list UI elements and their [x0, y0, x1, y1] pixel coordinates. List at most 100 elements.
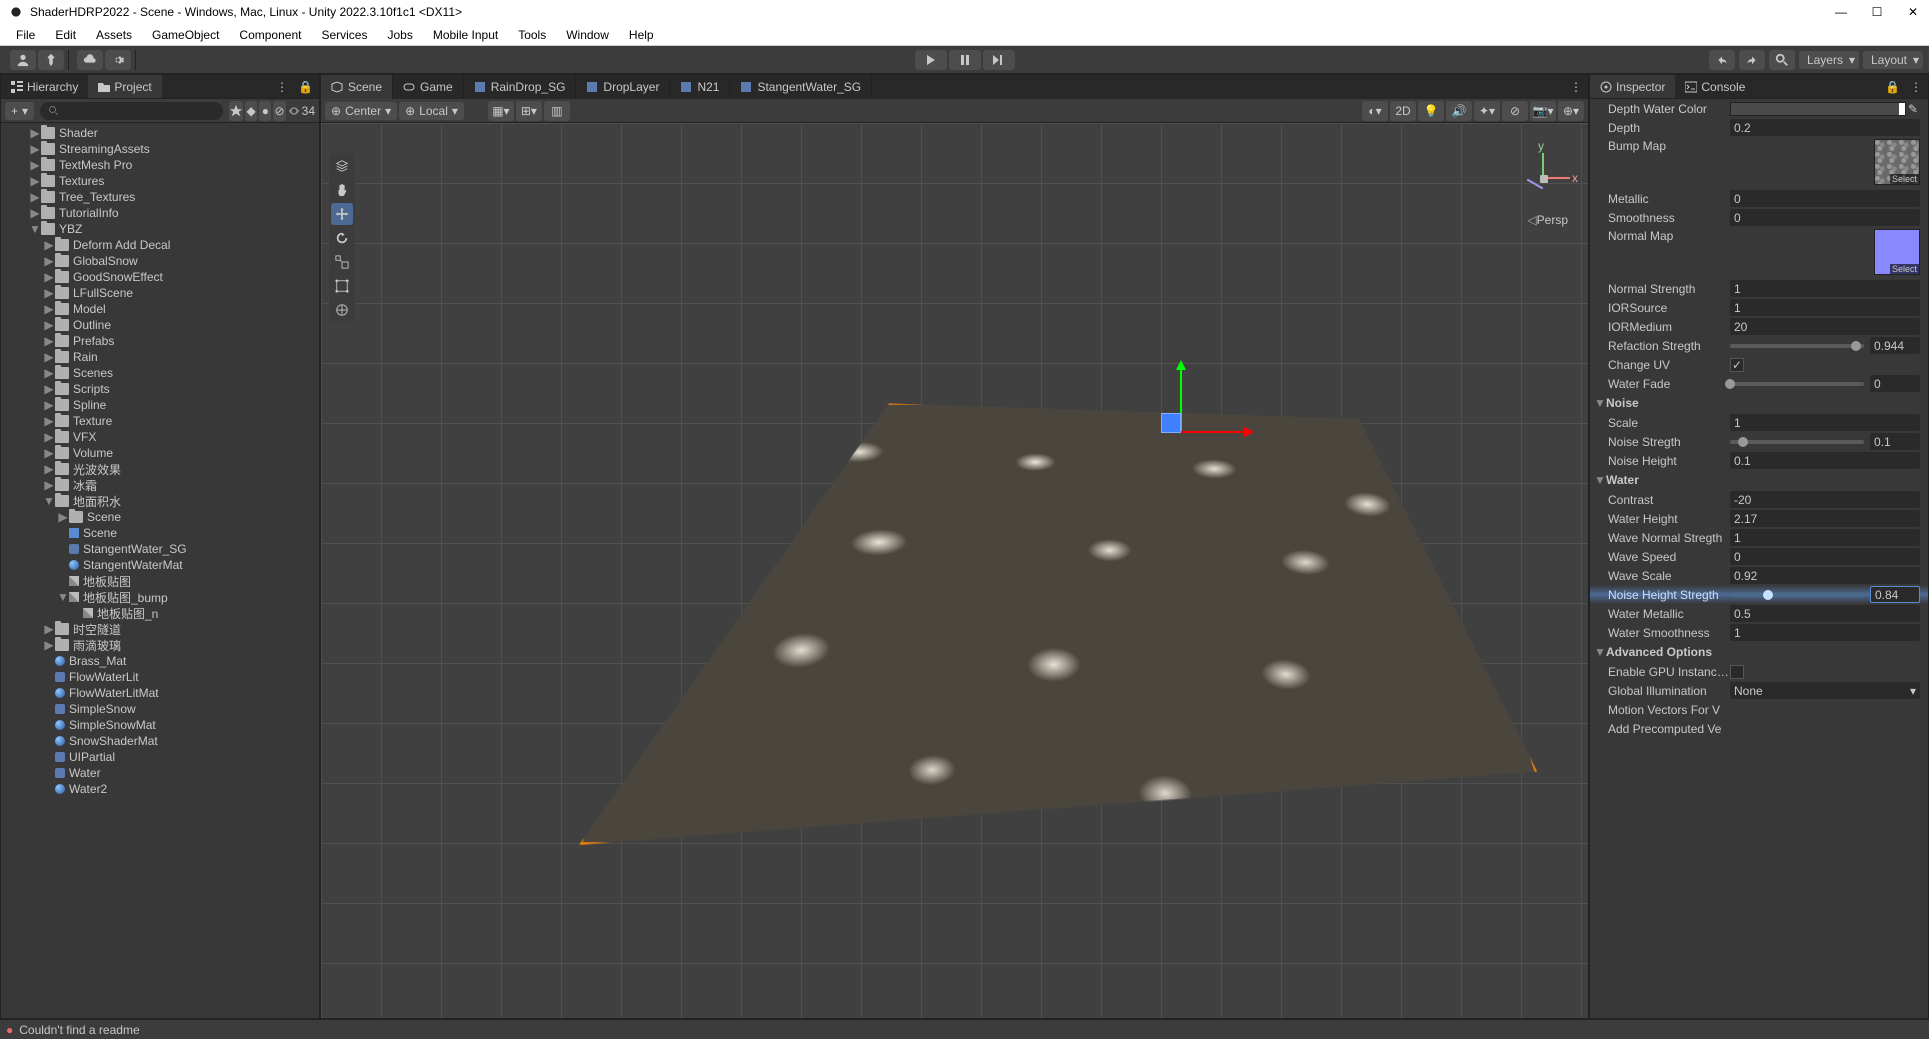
- layers-dropdown[interactable]: Layers: [1799, 51, 1859, 69]
- tree-item[interactable]: ▶Scenes: [1, 365, 319, 381]
- tree-item[interactable]: ▶TutorialInfo: [1, 205, 319, 221]
- menu-tools[interactable]: Tools: [510, 26, 554, 44]
- perspective-label[interactable]: ◁Persp: [1527, 213, 1568, 227]
- water-fade-value[interactable]: 0: [1870, 375, 1920, 392]
- move-tool-icon[interactable]: [331, 203, 353, 225]
- rect-tool-icon[interactable]: [331, 275, 353, 297]
- snap-increment-icon[interactable]: ⊞▾: [516, 101, 542, 121]
- wave-normal-field[interactable]: [1730, 529, 1920, 546]
- change-uv-checkbox[interactable]: ✓: [1730, 358, 1744, 372]
- undo-icon[interactable]: [1709, 50, 1735, 70]
- refaction-slider[interactable]: [1730, 344, 1864, 348]
- scene-tabs-menu-icon[interactable]: ⋮: [1564, 80, 1588, 94]
- layout-dropdown[interactable]: Layout: [1863, 51, 1923, 69]
- tree-item[interactable]: ▶Textures: [1, 173, 319, 189]
- normal-map-slot[interactable]: Select: [1874, 229, 1920, 275]
- redo-icon[interactable]: [1739, 50, 1765, 70]
- tree-item[interactable]: SimpleSnowMat: [1, 717, 319, 733]
- water-smoothness-field[interactable]: [1730, 624, 1920, 641]
- tree-item[interactable]: ▶Deform Add Decal: [1, 237, 319, 253]
- gizmos-icon[interactable]: ⊕▾: [1558, 101, 1584, 121]
- scene-tab-stangentwater_sg[interactable]: StangentWater_SG: [730, 75, 872, 99]
- console-tab[interactable]: Console: [1675, 75, 1755, 98]
- contrast-field[interactable]: [1730, 491, 1920, 508]
- tree-item[interactable]: ▶GoodSnowEffect: [1, 269, 319, 285]
- menu-jobs[interactable]: Jobs: [379, 26, 420, 44]
- search-icon[interactable]: [1769, 50, 1795, 70]
- tree-item[interactable]: 地板贴图_n: [1, 605, 319, 621]
- tree-item[interactable]: ▶Outline: [1, 317, 319, 333]
- filter-favorites-icon[interactable]: [229, 101, 243, 121]
- orientation-gizmo[interactable]: y x: [1518, 153, 1568, 203]
- noise-height-strength-slider[interactable]: [1730, 593, 1864, 597]
- hierarchy-tab[interactable]: Hierarchy: [1, 75, 88, 98]
- play-button[interactable]: [915, 50, 947, 70]
- project-tab[interactable]: Project: [88, 75, 161, 98]
- grid-snap-icon[interactable]: ▦▾: [488, 101, 514, 121]
- filter-type-icon[interactable]: ◆: [245, 101, 257, 121]
- tree-item[interactable]: Water: [1, 765, 319, 781]
- view-tool-icon[interactable]: [331, 155, 353, 177]
- menu-mobileinput[interactable]: Mobile Input: [425, 26, 506, 44]
- add-asset-dropdown[interactable]: +▾: [5, 102, 34, 120]
- noise-section[interactable]: ▼Noise: [1590, 393, 1928, 413]
- panel-menu-icon[interactable]: ⋮: [272, 80, 292, 94]
- menu-assets[interactable]: Assets: [88, 26, 140, 44]
- transform-tool-icon[interactable]: [331, 299, 353, 321]
- fx-icon[interactable]: ✦▾: [1474, 101, 1500, 121]
- advanced-section[interactable]: ▼Advanced Options: [1590, 642, 1928, 662]
- camera-icon[interactable]: 📷▾: [1530, 101, 1556, 121]
- ior-source-field[interactable]: [1730, 299, 1920, 316]
- noise-strength-value[interactable]: 0.1: [1870, 433, 1920, 450]
- tree-item[interactable]: StangentWater_SG: [1, 541, 319, 557]
- tree-item[interactable]: ▶Scene: [1, 509, 319, 525]
- eyedropper-icon[interactable]: ✎: [1906, 102, 1920, 116]
- menu-help[interactable]: Help: [621, 26, 662, 44]
- scene-tab-raindrop_sg[interactable]: RainDrop_SG: [464, 75, 577, 99]
- tree-item[interactable]: ▶LFullScene: [1, 285, 319, 301]
- tree-item[interactable]: SnowShaderMat: [1, 733, 319, 749]
- hand-tool-icon[interactable]: [331, 179, 353, 201]
- metallic-field[interactable]: [1730, 190, 1920, 207]
- tree-item[interactable]: ▼YBZ: [1, 221, 319, 237]
- water-fade-slider[interactable]: [1730, 382, 1864, 386]
- tree-item[interactable]: ▶GlobalSnow: [1, 253, 319, 269]
- scale-field[interactable]: [1730, 414, 1920, 431]
- bump-map-slot[interactable]: Select: [1874, 139, 1920, 185]
- 2d-toggle[interactable]: 2D: [1390, 101, 1416, 121]
- inspector-tab[interactable]: Inspector: [1590, 75, 1675, 98]
- tree-item[interactable]: ▼地面积水: [1, 493, 319, 509]
- scene-tab-droplayer[interactable]: DropLayer: [576, 75, 670, 99]
- hidden-objects-icon[interactable]: ⊘: [1502, 101, 1528, 121]
- tree-item[interactable]: StangentWaterMat: [1, 557, 319, 573]
- smoothness-field[interactable]: [1730, 209, 1920, 226]
- water-metallic-field[interactable]: [1730, 605, 1920, 622]
- menu-file[interactable]: File: [8, 26, 43, 44]
- step-button[interactable]: [983, 50, 1015, 70]
- handle-dropdown[interactable]: ⊕Local▾: [399, 102, 464, 120]
- close-button[interactable]: ✕: [1905, 4, 1921, 20]
- draw-mode-icon[interactable]: ◐▾: [1362, 101, 1388, 121]
- water-section[interactable]: ▼Water: [1590, 470, 1928, 490]
- noise-height-strength-value[interactable]: 0.84: [1870, 586, 1920, 603]
- tree-item[interactable]: ▶VFX: [1, 429, 319, 445]
- depth-field[interactable]: [1730, 119, 1920, 136]
- settings-icon[interactable]: [105, 50, 131, 70]
- rotate-tool-icon[interactable]: [331, 227, 353, 249]
- tree-item[interactable]: ▶Volume: [1, 445, 319, 461]
- scene-tab-n21[interactable]: N21: [670, 75, 730, 99]
- maximize-button[interactable]: ☐: [1869, 4, 1885, 20]
- minimize-button[interactable]: —: [1833, 4, 1849, 20]
- audio-icon[interactable]: 🔊: [1446, 101, 1472, 121]
- tree-item[interactable]: ▶TextMesh Pro: [1, 157, 319, 173]
- tree-item[interactable]: ▶Spline: [1, 397, 319, 413]
- normal-strength-field[interactable]: [1730, 280, 1920, 297]
- scene-tab-game[interactable]: Game: [393, 75, 464, 99]
- tree-item[interactable]: ▶Tree_Textures: [1, 189, 319, 205]
- scale-tool-icon[interactable]: [331, 251, 353, 273]
- menu-component[interactable]: Component: [231, 26, 309, 44]
- refaction-value[interactable]: 0.944: [1870, 337, 1920, 354]
- tree-item[interactable]: FlowWaterLit: [1, 669, 319, 685]
- account-icon[interactable]: [10, 50, 36, 70]
- menu-services[interactable]: Services: [313, 26, 375, 44]
